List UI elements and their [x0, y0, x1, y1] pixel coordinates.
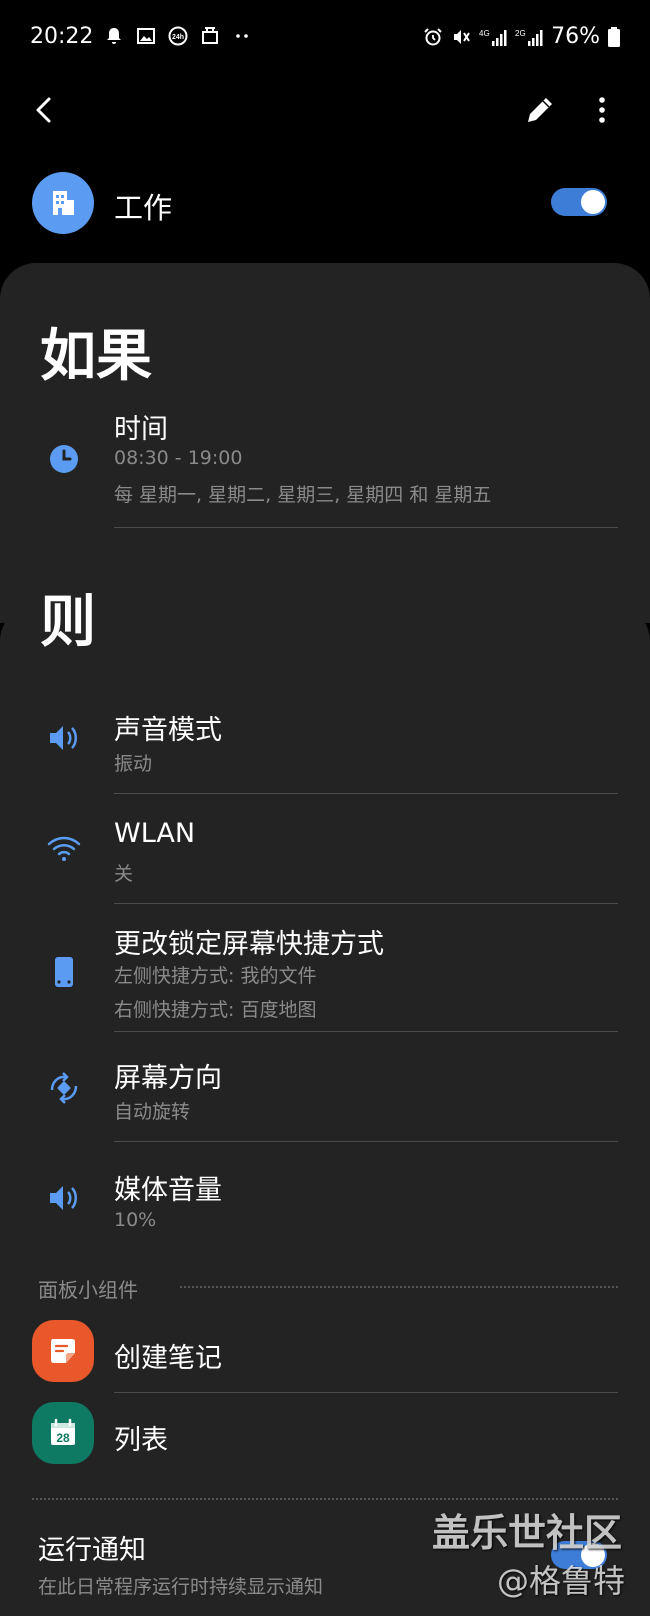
action-screen-orientation-row[interactable]: 屏幕方向 自动旋转: [0, 1048, 650, 1128]
widget-label: 列表: [114, 1425, 168, 1456]
calendar-badge: 28: [56, 1431, 70, 1445]
routine-enable-toggle[interactable]: [549, 184, 609, 220]
toggle-switch: [549, 184, 609, 220]
back-button[interactable]: [24, 90, 64, 130]
watermark-author: @格鲁特: [497, 1562, 626, 1600]
note-icon: [32, 1320, 94, 1382]
more-vertical-icon: [599, 97, 605, 123]
image-icon: [137, 28, 155, 44]
widget-list-row[interactable]: 28 列表: [0, 1400, 650, 1470]
if-heading: 如果: [40, 324, 152, 389]
more-dots-icon: [236, 34, 248, 38]
status-left-icons: 24h: [104, 26, 252, 46]
action-title: 声音模式: [114, 715, 222, 746]
battery-icon: [608, 26, 620, 47]
phone-icon: [55, 957, 73, 987]
4g-signal-icon: 4G: [479, 29, 507, 46]
routine-title: 工作: [114, 191, 173, 225]
pencil-icon: [528, 98, 552, 122]
divider: [114, 1031, 618, 1032]
action-left-shortcut: 左侧快捷方式: 我的文件: [114, 965, 317, 987]
2g-signal-icon: 2G: [515, 29, 543, 46]
routine-header: 工作: [0, 168, 650, 238]
widget-label: 创建笔记: [114, 1343, 222, 1374]
widgets-section-label: 面板小组件: [38, 1278, 138, 1302]
watermark-community: 盖乐世社区: [432, 1511, 623, 1555]
volume-icon: [50, 726, 77, 750]
svg-text:24h: 24h: [172, 34, 184, 41]
action-title: 更改锁定屏幕快捷方式: [114, 929, 384, 960]
calendar-icon: 28: [32, 1402, 94, 1464]
battery-percent: 76%: [551, 24, 600, 49]
dotted-divider: [180, 1286, 618, 1288]
action-value: 自动旋转: [114, 1101, 191, 1123]
condition-time-row[interactable]: 时间 08:30 - 19:00 每 星期一, 星期二, 星期三, 星期四 和 …: [0, 403, 650, 523]
action-sound-mode-row[interactable]: 声音模式 振动: [0, 700, 650, 780]
action-right-shortcut: 右侧快捷方式: 百度地图: [114, 999, 317, 1021]
action-lockscreen-shortcuts-row[interactable]: 更改锁定屏幕快捷方式 左侧快捷方式: 我的文件 右侧快捷方式: 百度地图: [0, 918, 650, 1030]
app-bar: [0, 80, 650, 140]
condition-days: 每 星期一, 星期二, 星期三, 星期四 和 星期五: [114, 484, 492, 506]
divider: [114, 903, 618, 904]
action-value: 振动: [114, 753, 153, 775]
wifi-icon: [47, 836, 81, 861]
run-notification-subtitle: 在此日常程序运行时持续显示通知: [38, 1576, 324, 1598]
svg-text:4G: 4G: [479, 29, 490, 38]
condition-title: 时间: [114, 414, 168, 445]
24h-icon: 24h: [168, 26, 188, 46]
chevron-left-icon: [36, 97, 51, 123]
action-value: 关: [114, 863, 134, 885]
divider: [114, 1392, 618, 1393]
more-options-button[interactable]: [582, 90, 622, 130]
action-title: 媒体音量: [114, 1175, 222, 1206]
widget-create-note-row[interactable]: 创建笔记: [0, 1318, 650, 1388]
work-icon: [202, 27, 218, 44]
rotate-icon: [50, 1072, 78, 1104]
status-bar: 20:22 24h 4G 2G 76%: [0, 0, 650, 80]
action-media-volume-row[interactable]: 媒体音量 10%: [0, 1160, 650, 1240]
dotted-divider: [32, 1498, 618, 1500]
action-title: WLAN: [114, 818, 196, 849]
divider: [114, 793, 618, 794]
mute-vibrate-icon: [454, 29, 470, 44]
svg-text:2G: 2G: [515, 29, 526, 38]
action-title: 屏幕方向: [114, 1063, 222, 1094]
building-icon: [53, 191, 74, 215]
action-wlan-row[interactable]: WLAN 关: [0, 810, 650, 890]
action-value: 10%: [114, 1209, 157, 1231]
status-time: 20:22: [30, 24, 94, 49]
run-notification-title: 运行通知: [38, 1535, 146, 1566]
routine-avatar: [32, 172, 94, 234]
volume-icon: [50, 1186, 77, 1210]
condition-time-range: 08:30 - 19:00: [114, 447, 243, 469]
then-heading: 则: [40, 590, 96, 655]
clock-icon: [50, 445, 78, 473]
divider: [114, 1141, 618, 1142]
if-card: 如果 时间 08:30 - 19:00 每 星期一, 星期二, 星期三, 星期四…: [0, 263, 650, 623]
status-right-icons: 4G 2G 76%: [423, 24, 620, 49]
edit-button[interactable]: [520, 90, 560, 130]
divider: [114, 527, 618, 528]
alarm-icon: [424, 27, 442, 45]
bell-icon: [107, 28, 121, 44]
